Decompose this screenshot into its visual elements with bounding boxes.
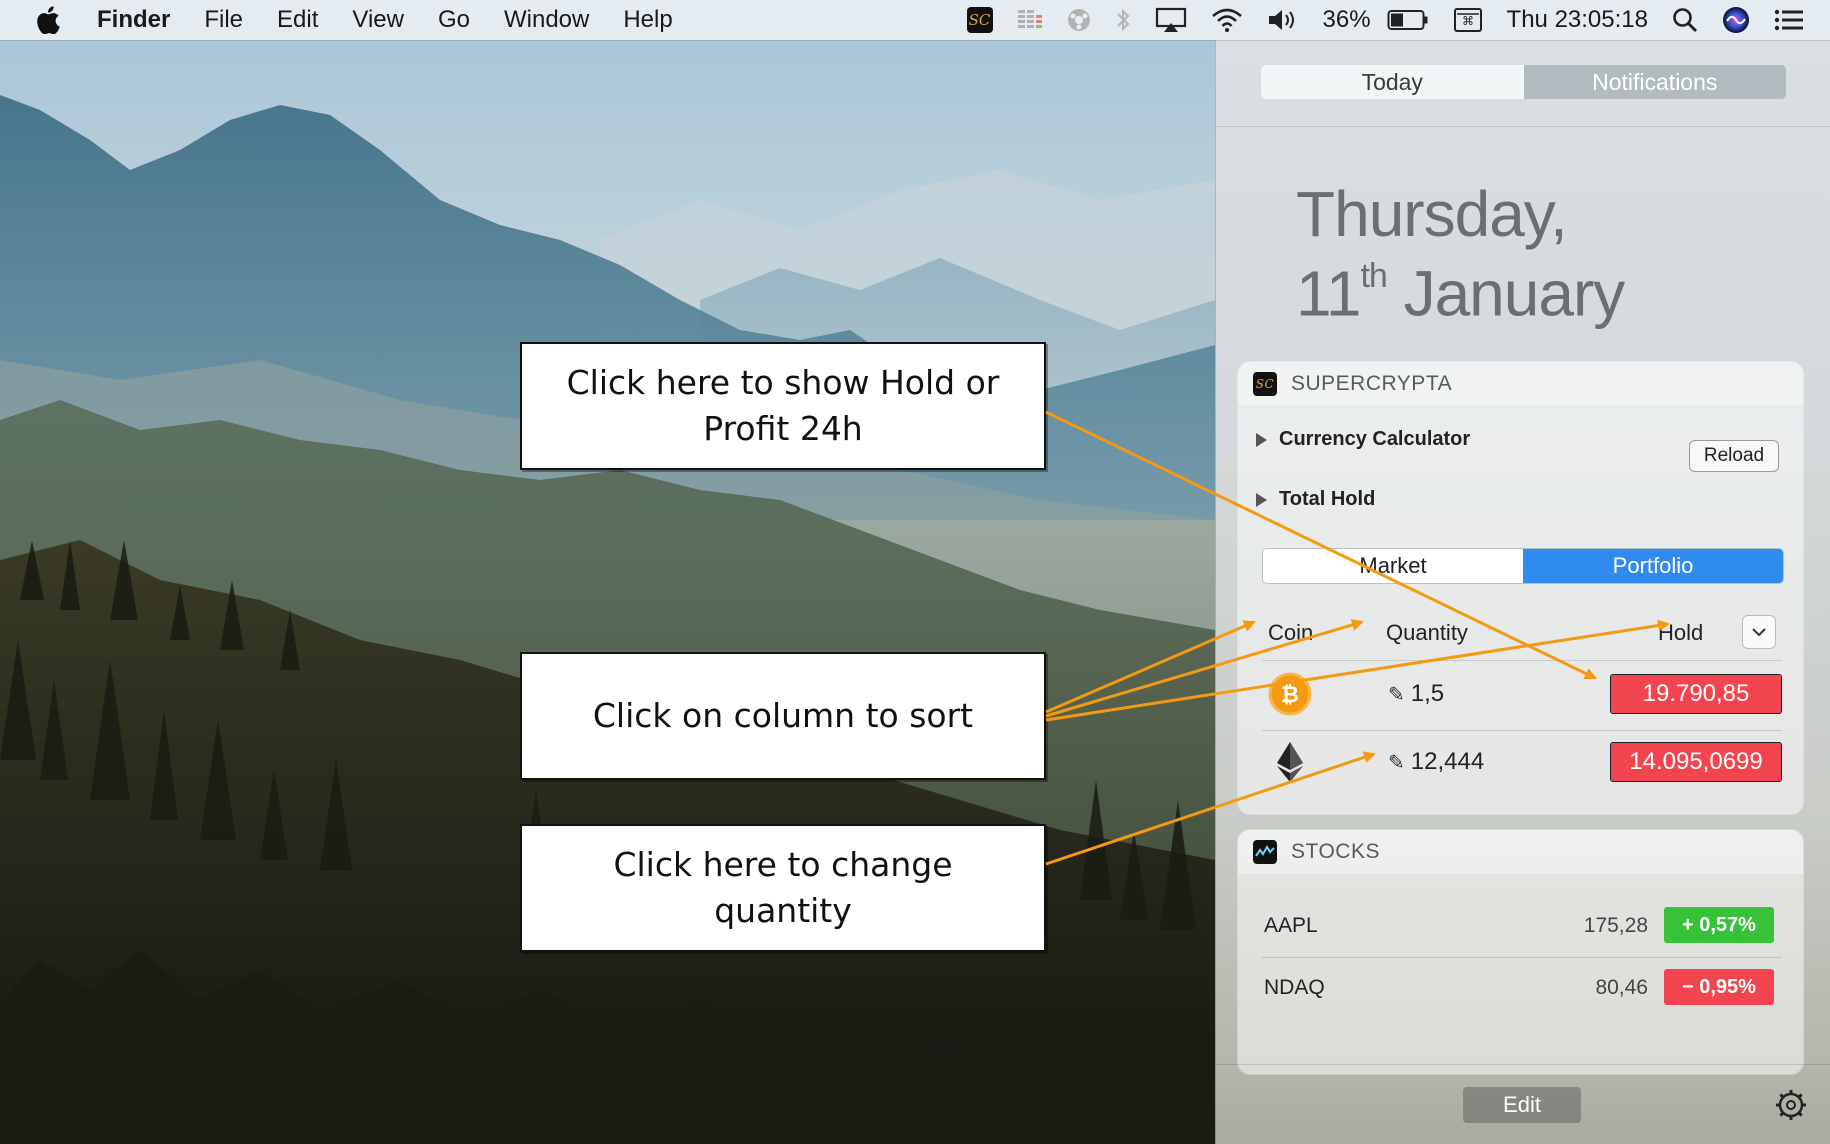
menu-window[interactable]: Window xyxy=(487,0,606,40)
airplay-icon[interactable] xyxy=(1143,0,1199,40)
currency-calculator-label: Currency Calculator xyxy=(1279,428,1471,450)
stock-symbol: NDAQ xyxy=(1264,976,1325,999)
callout-text-line: Click here to show Hold or xyxy=(566,363,1000,402)
keyboard-viewer-icon[interactable]: ⌘ xyxy=(1441,0,1495,40)
segment-portfolio[interactable]: Portfolio xyxy=(1523,549,1783,583)
date-month: January xyxy=(1403,257,1626,330)
bitcoin-icon: ₿ xyxy=(1268,672,1312,716)
ethereum-icon xyxy=(1268,740,1312,784)
today-date: Thursday, 11th January xyxy=(1296,178,1626,330)
tab-notifications[interactable]: Notifications xyxy=(1523,65,1786,99)
total-hold-label: Total Hold xyxy=(1279,488,1376,510)
stocks-widget-header: STOCKS xyxy=(1238,830,1803,875)
spotlight-search-icon[interactable] xyxy=(1660,0,1710,40)
quantity-field-bitcoin[interactable]: ✎ 1,5 xyxy=(1388,680,1444,708)
segment-market[interactable]: Market xyxy=(1263,549,1523,583)
bluetooth-icon[interactable] xyxy=(1103,0,1143,40)
menu-bar: Finder File Edit View Go Window Help SC … xyxy=(0,0,1830,40)
gear-icon[interactable] xyxy=(1774,1088,1808,1122)
stock-price: 80,46 xyxy=(1595,976,1648,999)
supercrypta-menubar-icon[interactable]: SC xyxy=(955,0,1005,40)
currency-calculator-disclosure[interactable]: Currency Calculator xyxy=(1256,428,1470,451)
stocks-app-icon xyxy=(1253,840,1277,864)
menu-edit[interactable]: Edit xyxy=(260,0,335,40)
supercrypta-app-icon: SC xyxy=(1253,372,1277,396)
column-header-quantity[interactable]: Quantity xyxy=(1386,620,1468,646)
volume-icon[interactable] xyxy=(1255,0,1311,40)
edit-button[interactable]: Edit xyxy=(1463,1087,1581,1123)
siri-icon[interactable] xyxy=(1710,0,1762,40)
disclosure-triangle-icon xyxy=(1256,432,1267,447)
pencil-icon: ✎ xyxy=(1388,751,1405,774)
menu-help[interactable]: Help xyxy=(606,0,689,40)
hold-value-bitcoin: 19.790,85 xyxy=(1610,674,1782,714)
menu-app-finder[interactable]: Finder xyxy=(80,0,187,40)
row-divider xyxy=(1262,660,1782,661)
pencil-icon: ✎ xyxy=(1388,683,1405,706)
battery-icon[interactable] xyxy=(1375,0,1441,40)
svg-text:⌘: ⌘ xyxy=(1462,14,1474,28)
reload-button[interactable]: Reload xyxy=(1689,440,1779,472)
stock-price: 175,28 xyxy=(1583,914,1648,937)
table-row-bitcoin: ₿ ✎ 1,5 19.790,85 xyxy=(1238,664,1803,724)
callout-change-quantity: Click here to change quantity xyxy=(520,824,1046,952)
hold-value-ethereum: 14.095,0699 xyxy=(1610,742,1782,782)
apple-menu-icon[interactable] xyxy=(0,0,80,40)
supercrypta-title: SUPERCRYPTA xyxy=(1291,372,1453,395)
quantity-field-ethereum[interactable]: ✎ 12,444 xyxy=(1388,748,1484,776)
nc-bottom-divider xyxy=(1216,1064,1830,1065)
date-day: 11 xyxy=(1296,257,1361,330)
stock-change-badge[interactable]: − 0,95% xyxy=(1664,969,1774,1005)
tab-today[interactable]: Today xyxy=(1261,65,1524,99)
date-weekday: Thursday, xyxy=(1296,178,1568,250)
row-divider xyxy=(1262,730,1782,731)
chevron-down-icon xyxy=(1752,628,1766,637)
svg-text:₿: ₿ xyxy=(1281,683,1299,708)
stock-symbol: AAPL xyxy=(1264,914,1318,937)
quantity-value: 1,5 xyxy=(1410,680,1445,707)
callout-text-line: Click on column to sort xyxy=(592,696,974,735)
stock-row-aapl[interactable]: AAPL 175,28 + 0,57% xyxy=(1238,898,1803,954)
hold-profit-dropdown[interactable] xyxy=(1742,615,1776,649)
notification-center-icon[interactable] xyxy=(1762,0,1830,40)
menu-file[interactable]: File xyxy=(187,0,260,40)
date-day-month: 11th January xyxy=(1296,248,1626,330)
nc-divider xyxy=(1216,126,1830,127)
total-hold-disclosure[interactable]: Total Hold xyxy=(1256,488,1375,511)
nc-tab-bar: Today Notifications xyxy=(1261,65,1786,99)
column-header-hold[interactable]: Hold xyxy=(1658,620,1703,646)
row-divider xyxy=(1262,957,1782,958)
clock[interactable]: Thu 23:05:18 xyxy=(1495,6,1660,34)
callout-text-line: quantity xyxy=(714,891,852,930)
quantity-value: 12,444 xyxy=(1410,748,1485,775)
date-suffix: th xyxy=(1360,257,1387,295)
stocks-widget: STOCKS AAPL 175,28 + 0,57% NDAQ 80,46 − … xyxy=(1238,830,1803,1074)
aperture-menubar-icon[interactable] xyxy=(1055,0,1103,40)
supercrypta-widget: SC SUPERCRYPTA Currency Calculator Reloa… xyxy=(1238,362,1803,814)
battery-percent[interactable]: 36% xyxy=(1311,6,1375,34)
menu-go[interactable]: Go xyxy=(421,0,487,40)
callout-sort: Click on column to sort xyxy=(520,652,1046,780)
wifi-icon[interactable] xyxy=(1199,0,1255,40)
callout-text-line: Click here to change xyxy=(613,845,953,884)
supercrypta-widget-header: SC SUPERCRYPTA xyxy=(1238,362,1803,407)
market-portfolio-segmented-control: Market Portfolio xyxy=(1262,548,1784,584)
stock-row-ndaq[interactable]: NDAQ 80,46 − 0,95% xyxy=(1238,960,1803,1016)
istat-menubar-icon[interactable] xyxy=(1005,0,1055,40)
stock-change-badge[interactable]: + 0,57% xyxy=(1664,907,1774,943)
menu-view[interactable]: View xyxy=(335,0,421,40)
callout-text-line: Profit 24h xyxy=(703,409,863,448)
callout-hold-profit: Click here to show Hold or Profit 24h xyxy=(520,342,1046,470)
table-row-ethereum: ✎ 12,444 14.095,0699 xyxy=(1238,732,1803,792)
stocks-title: STOCKS xyxy=(1291,840,1380,863)
notification-center-panel: Today Notifications Thursday, 11th Janua… xyxy=(1215,40,1830,1144)
disclosure-triangle-icon xyxy=(1256,492,1267,507)
column-header-coin[interactable]: Coin xyxy=(1268,620,1313,646)
